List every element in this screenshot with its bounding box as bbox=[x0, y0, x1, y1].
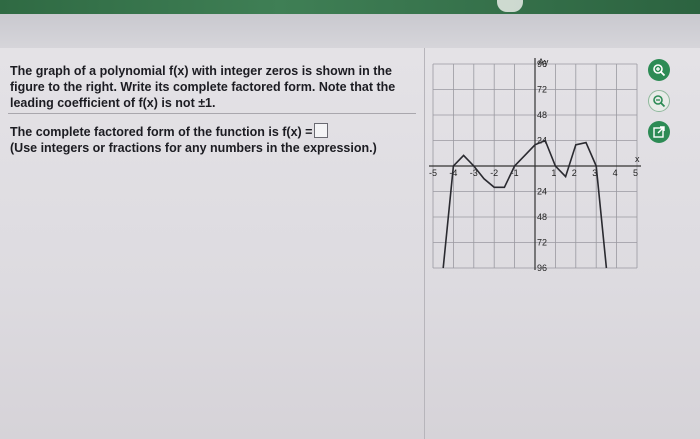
zoom-in-icon[interactable] bbox=[648, 59, 670, 81]
y-axis-label: Ay bbox=[538, 58, 549, 67]
pane-divider bbox=[424, 48, 425, 439]
y-tick-label: 72 bbox=[537, 238, 547, 248]
x-tick-label: -2 bbox=[490, 168, 498, 178]
top-bar bbox=[0, 0, 700, 14]
x-tick-label: 5 bbox=[633, 168, 638, 178]
open-external-glyph bbox=[653, 126, 665, 138]
x-tick-label: 2 bbox=[572, 168, 577, 178]
zoom-in-glyph bbox=[653, 64, 666, 77]
y-tick-label: 72 bbox=[537, 85, 547, 95]
y-tick-label: 24 bbox=[537, 187, 547, 197]
open-external-icon[interactable] bbox=[648, 121, 670, 143]
x-tick-label: -5 bbox=[429, 168, 437, 178]
polynomial-graph: 9672482424487296 -5 -4 -3 -2 -1 1 2 3 4 5 Ay x bbox=[429, 58, 641, 273]
question-prompt: The graph of a polynomial f(x) with inte… bbox=[10, 64, 396, 110]
polynomial-curve bbox=[442, 139, 608, 269]
x-tick-label: 1 bbox=[551, 168, 556, 178]
header-bar bbox=[0, 14, 700, 49]
question-divider bbox=[8, 113, 416, 114]
zoom-out-glyph bbox=[653, 95, 666, 108]
answer-instruction: (Use integers or fractions for any numbe… bbox=[10, 141, 377, 155]
y-tick-label: 48 bbox=[537, 110, 547, 120]
top-bar-badge bbox=[497, 0, 523, 12]
answer-section: The complete factored form of the functi… bbox=[10, 123, 415, 156]
zoom-out-icon[interactable] bbox=[648, 90, 670, 112]
x-axis-label: x bbox=[635, 154, 640, 164]
answer-input[interactable] bbox=[314, 123, 329, 138]
x-tick-labels: -5 -4 -3 -2 -1 1 2 3 4 5 bbox=[429, 168, 638, 178]
x-tick-label: 4 bbox=[613, 168, 618, 178]
answer-label: The complete factored form of the functi… bbox=[10, 125, 313, 139]
y-tick-label: 48 bbox=[537, 212, 547, 222]
y-tick-label: 96 bbox=[537, 263, 547, 273]
